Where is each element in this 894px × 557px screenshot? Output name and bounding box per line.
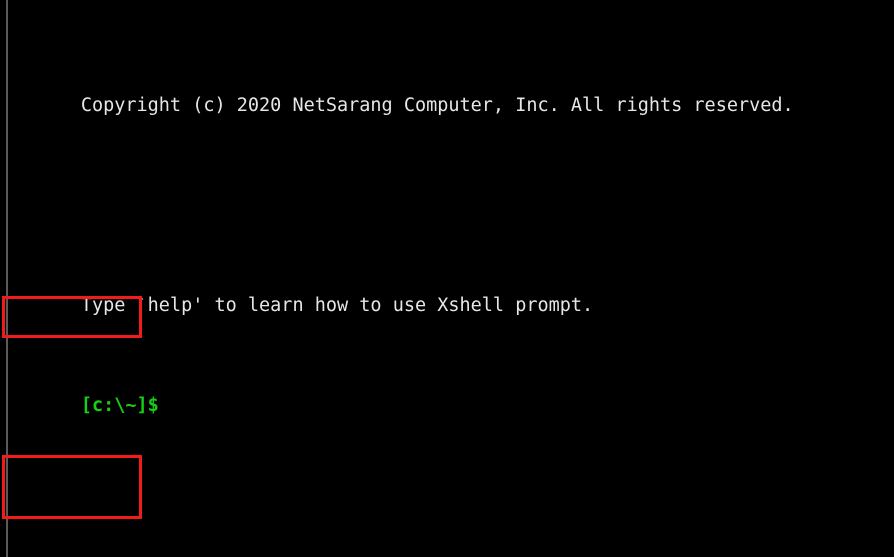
text-copyright: Copyright (c) 2020 NetSarang Computer, I… bbox=[80, 95, 794, 116]
terminal-line-blank-1 bbox=[14, 168, 894, 193]
terminal-line-blank-2 bbox=[14, 468, 894, 493]
terminal-line-type-help: Type `help' to learn how to use Xshell p… bbox=[14, 268, 894, 316]
text-type-help: Type `help' to learn how to use Xshell p… bbox=[80, 295, 594, 316]
terminal-screen[interactable]: Copyright (c) 2020 NetSarang Computer, I… bbox=[14, 0, 894, 557]
local-shell-prompt: [c:\~]$ bbox=[80, 395, 159, 416]
pane-divider bbox=[6, 0, 8, 557]
terminal-window[interactable]: Copyright (c) 2020 NetSarang Computer, I… bbox=[0, 0, 894, 557]
terminal-line-local-prompt: [c:\~]$ bbox=[14, 368, 894, 416]
terminal-line-copyright: Copyright (c) 2020 NetSarang Computer, I… bbox=[14, 68, 894, 116]
